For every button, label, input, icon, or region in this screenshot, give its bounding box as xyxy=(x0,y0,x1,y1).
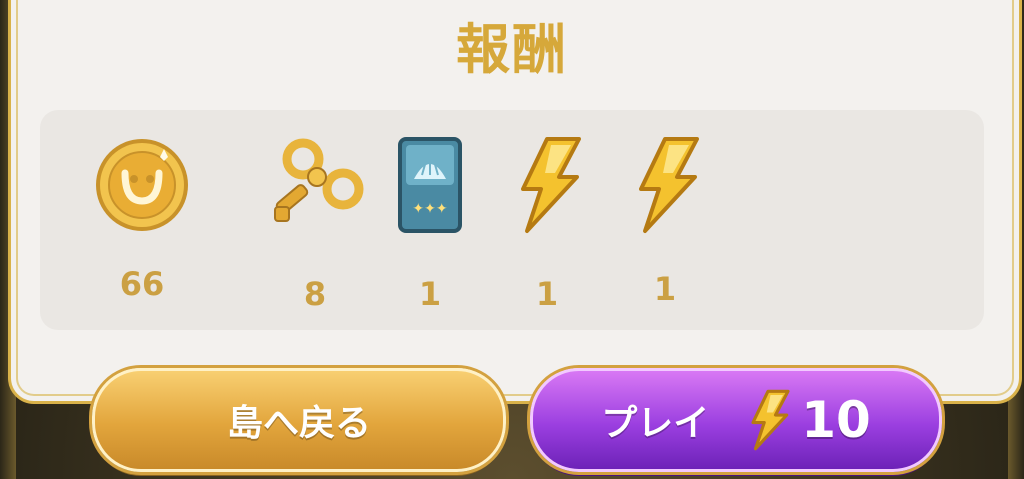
reward-item-bolt: 1 xyxy=(497,135,597,325)
svg-text:✦✦✦: ✦✦✦ xyxy=(412,201,447,217)
lightning-bolt-icon xyxy=(507,135,587,239)
reward-item-card-pack: ✦✦✦ 1 xyxy=(380,135,480,325)
play-cost: 10 xyxy=(801,391,871,449)
reward-item-key: 8 xyxy=(265,135,365,325)
play-button[interactable]: プレイ 10 xyxy=(530,368,942,472)
reward-count: 1 xyxy=(535,275,559,313)
lightning-bolt-icon xyxy=(743,387,793,453)
panel-title: 報酬 xyxy=(456,18,568,81)
back-to-island-button[interactable]: 島へ戻る xyxy=(92,368,506,472)
reward-count: 1 xyxy=(418,275,442,313)
card-pack-icon: ✦✦✦ xyxy=(390,135,470,239)
reward-item-coin: 66 xyxy=(92,135,192,325)
back-button-label: 島へ戻る xyxy=(226,403,371,444)
reward-count: 1 xyxy=(653,270,677,308)
gold-coin-icon xyxy=(92,135,192,239)
wind-up-key-icon xyxy=(265,135,365,239)
reward-count: 66 xyxy=(119,265,165,303)
reward-count: 8 xyxy=(303,275,327,313)
lightning-bolt-icon xyxy=(625,135,705,239)
play-button-label: プレイ xyxy=(601,403,710,444)
reward-item-bolt: 1 xyxy=(615,135,715,325)
